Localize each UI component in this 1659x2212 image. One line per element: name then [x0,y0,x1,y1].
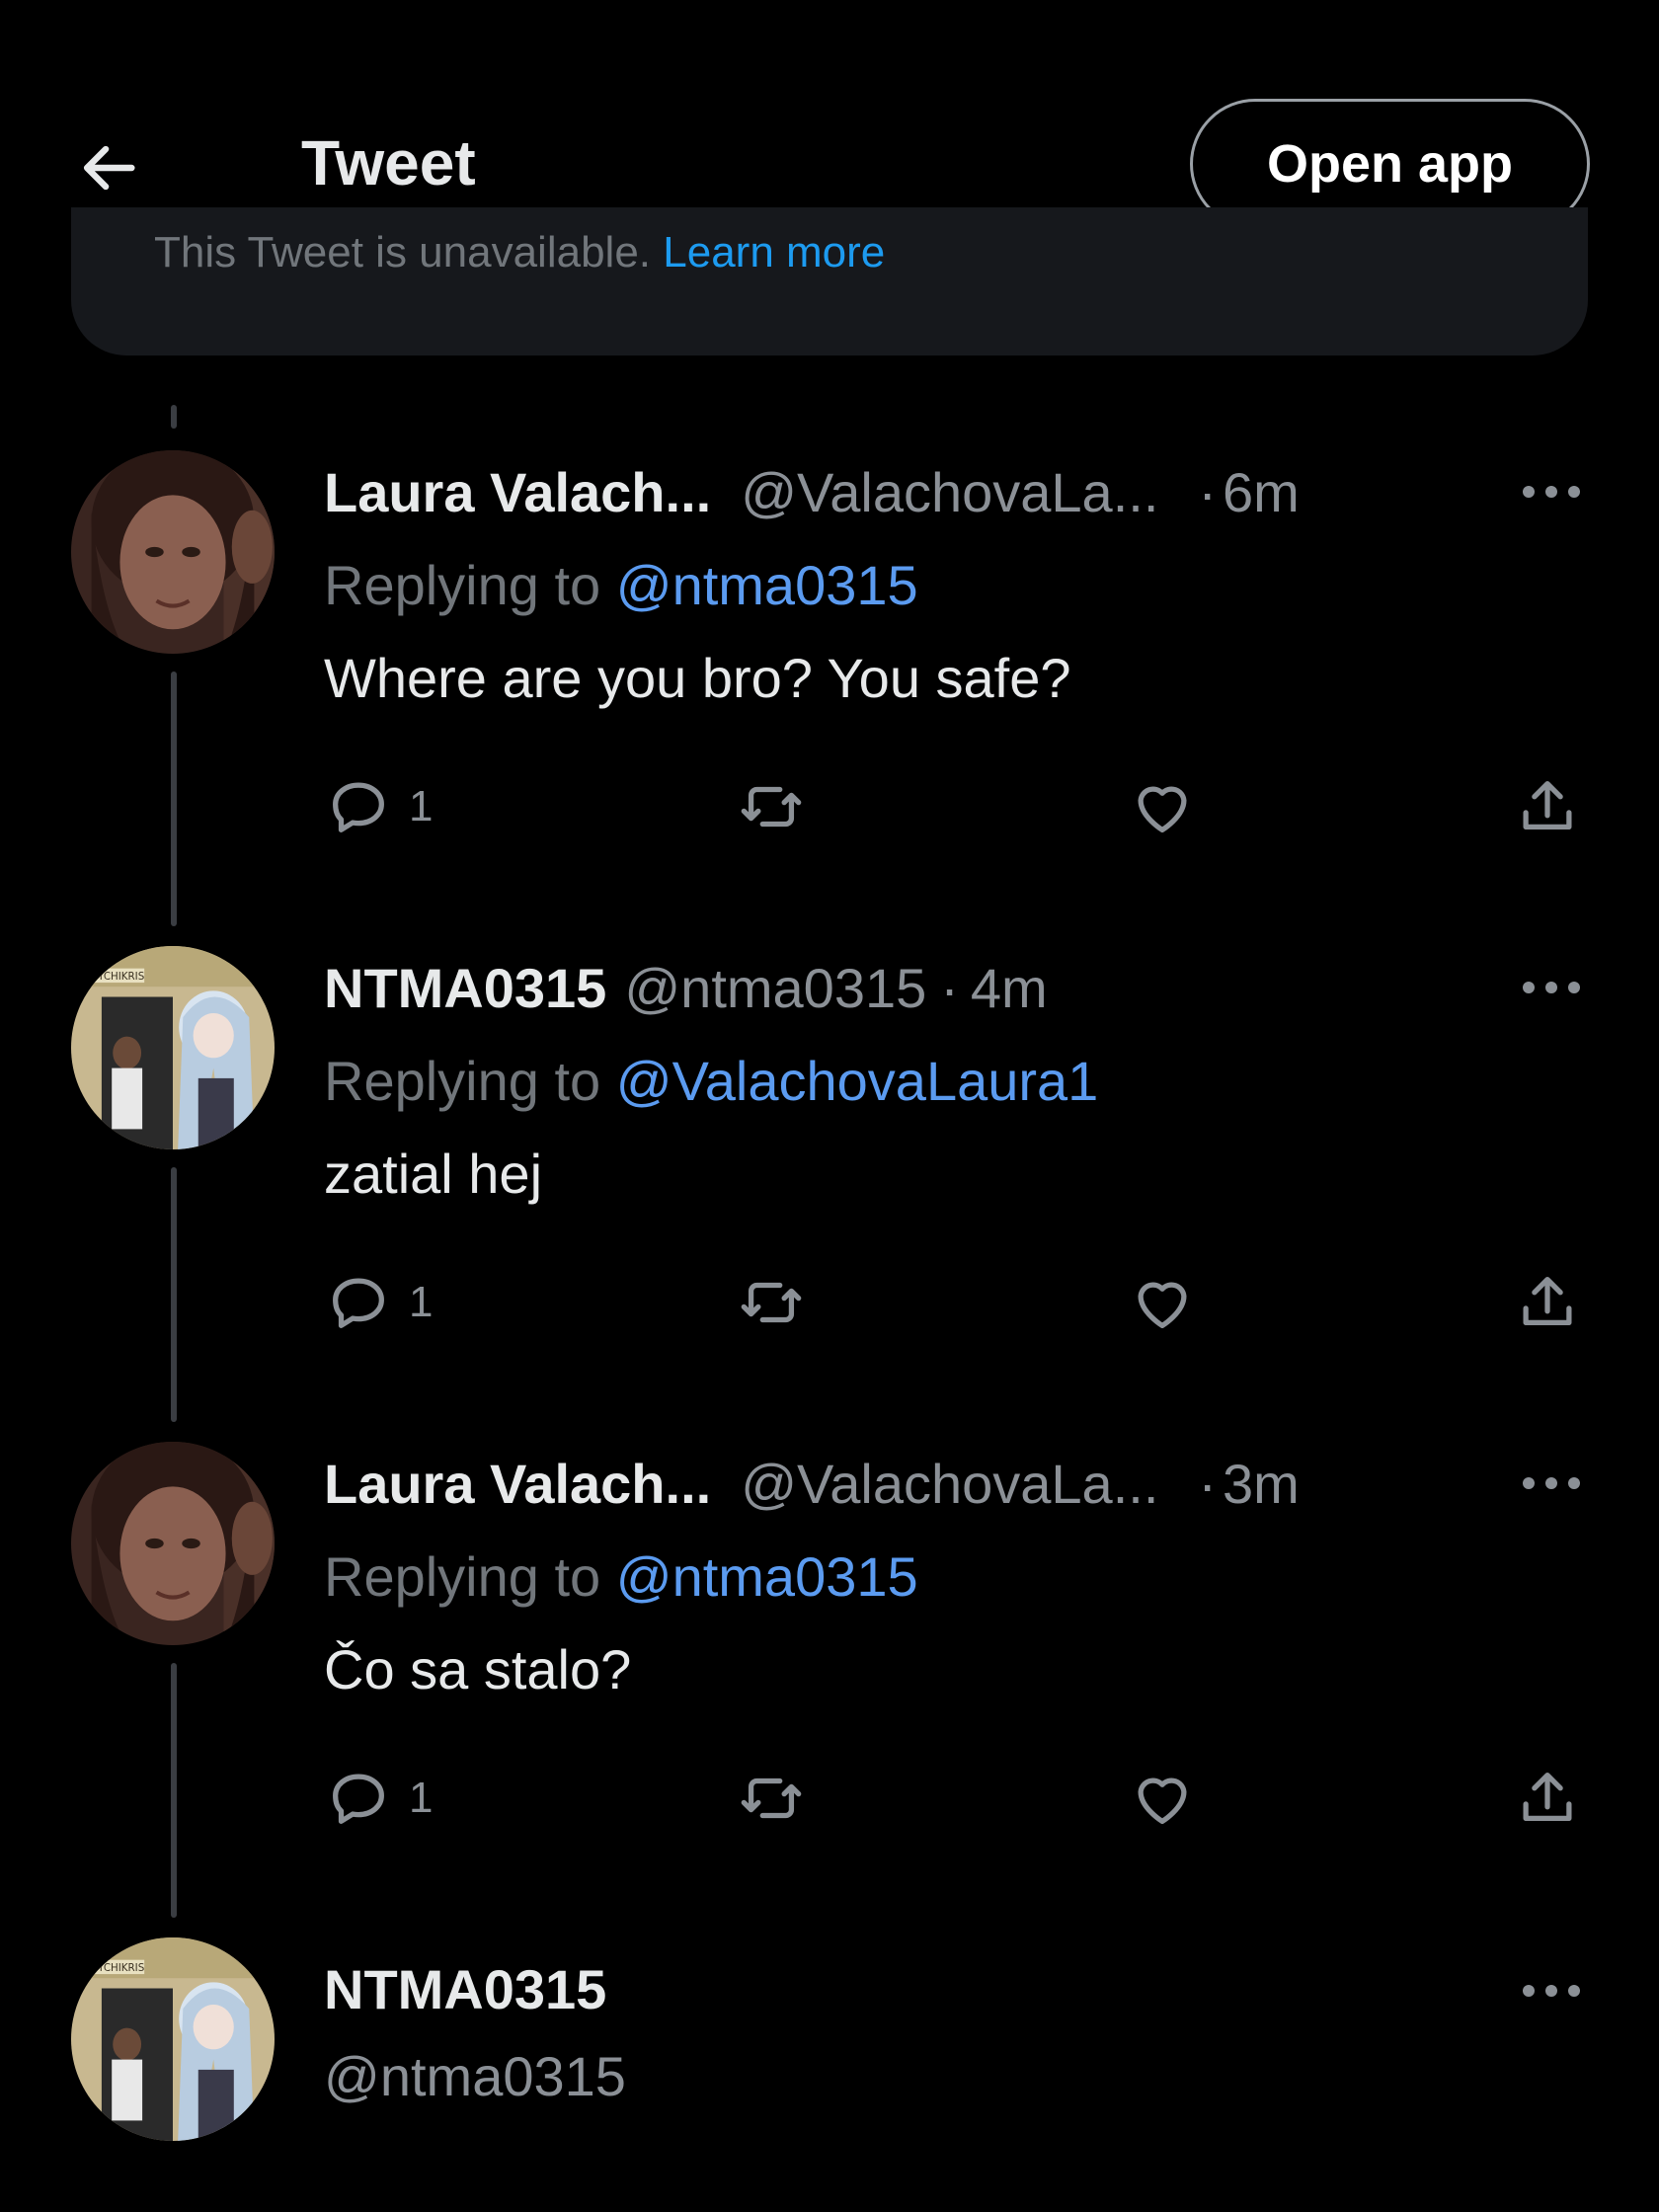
tweet-actions: 1 [0,772,1659,851]
tweet-header: NTMA0315 @ntma0315 · 4m [324,956,1048,1020]
timestamp[interactable]: 6m [1223,460,1300,524]
more-options-button[interactable] [1517,958,1586,1017]
separator-dot: · [940,957,959,1019]
tweet-thread-page: Tweet Open app This Tweet is unavailable… [0,0,1659,2212]
chat-bubble-icon [333,782,384,832]
user-handle[interactable]: @ValachovaLa... [741,460,1158,524]
avatar-photo-ntma: PSYCHIKRIS [71,946,275,1149]
user-handle[interactable]: @ntma0315 [624,956,926,1020]
arrow-left-icon [83,145,135,191]
retweet-button[interactable] [737,1268,806,1337]
more-horizontal-icon [1523,1477,1580,1489]
chat-bubble-icon [333,1278,384,1328]
tweet-actions: 1 [0,1764,1659,1843]
tweet-text: Čo sa stalo? [324,1638,632,1700]
avatar[interactable]: PSYCHIKRIS [71,946,275,1149]
replying-to-link[interactable]: @ntma0315 [616,554,918,616]
tweet-text: Where are you bro? You safe? [324,647,1071,709]
reply-count: 1 [409,1278,434,1326]
back-button[interactable] [69,128,148,207]
reply-button[interactable]: 1 [324,1764,433,1833]
replying-to-line: Replying to @ntma0315 [324,1544,918,1609]
chat-bubble-icon [333,1774,384,1824]
reply-button[interactable]: 1 [324,1268,433,1337]
avatar[interactable] [71,450,275,654]
more-options-button[interactable] [1517,1454,1586,1513]
avatar[interactable]: PSYCHIKRIS [71,1937,275,2141]
learn-more-link[interactable]: Learn more [663,228,885,276]
timestamp[interactable]: 4m [971,956,1048,1020]
heart-icon [1138,786,1187,832]
reply-count: 1 [409,782,434,830]
avatar-photo-laura [71,1442,275,1645]
display-name[interactable]: Laura Valach... [324,460,711,524]
avatar-sign-text: PSYCHIKRIS [85,971,144,983]
more-horizontal-icon [1523,982,1580,993]
share-icon [1523,1277,1572,1326]
unavailable-tweet-card: This Tweet is unavailable. Learn more [71,207,1588,356]
retweet-icon [741,1282,802,1323]
avatar-photo-ntma: PSYCHIKRIS [71,1937,275,2141]
share-icon [1523,1773,1572,1822]
replying-to-link[interactable]: @ntma0315 [616,1545,918,1608]
user-handle[interactable]: @ValachovaLa... [741,1452,1158,1516]
retweet-button[interactable] [737,1764,806,1833]
replying-to-label: Replying to [324,554,601,616]
heart-icon [1138,1282,1187,1328]
more-horizontal-icon [1523,1985,1580,1997]
display-name[interactable]: Laura Valach... [324,1452,711,1516]
share-button[interactable] [1513,772,1582,841]
like-button[interactable] [1128,1764,1197,1833]
replying-to-label: Replying to [324,1050,601,1112]
separator-dot: · [1198,461,1218,523]
retweet-button[interactable] [737,772,806,841]
tweet-header: Laura Valach... @ValachovaLa... · 3m [324,1452,1300,1516]
tweet-actions: 1 [0,1268,1659,1347]
more-options-button[interactable] [1517,1961,1586,2020]
avatar-photo-laura [71,450,275,654]
replying-to-line: Replying to @ntma0315 [324,553,918,617]
display-name[interactable]: NTMA0315 [324,1957,606,2021]
more-options-button[interactable] [1517,462,1586,521]
more-horizontal-icon [1523,486,1580,498]
like-button[interactable] [1128,1268,1197,1337]
replying-to-link[interactable]: @ValachovaLaura1 [616,1050,1099,1112]
timestamp[interactable]: 3m [1223,1452,1300,1516]
retweet-icon [741,1778,802,1819]
unavailable-notice: This Tweet is unavailable. Learn more [154,228,885,277]
separator-dot: · [1198,1453,1218,1515]
replying-to-label: Replying to [324,1545,601,1608]
page-title: Tweet [301,127,476,198]
share-button[interactable] [1513,1764,1582,1833]
replying-to-line: Replying to @ValachovaLaura1 [324,1049,1098,1113]
share-button[interactable] [1513,1268,1582,1337]
heart-icon [1138,1778,1187,1824]
like-button[interactable] [1128,772,1197,841]
tweet-header: Laura Valach... @ValachovaLa... · 6m [324,460,1300,524]
tweet-text: zatial hej [324,1143,543,1205]
avatar-sign-text: PSYCHIKRIS [85,1962,144,1974]
avatar[interactable] [71,1442,275,1645]
unavailable-text: This Tweet is unavailable. [154,228,652,276]
thread-line [171,405,177,429]
share-icon [1523,781,1572,830]
retweet-icon [741,786,802,828]
display-name[interactable]: NTMA0315 [324,956,606,1020]
reply-button[interactable]: 1 [324,772,433,841]
reply-count: 1 [409,1774,434,1822]
user-handle[interactable]: @ntma0315 [324,2044,626,2108]
